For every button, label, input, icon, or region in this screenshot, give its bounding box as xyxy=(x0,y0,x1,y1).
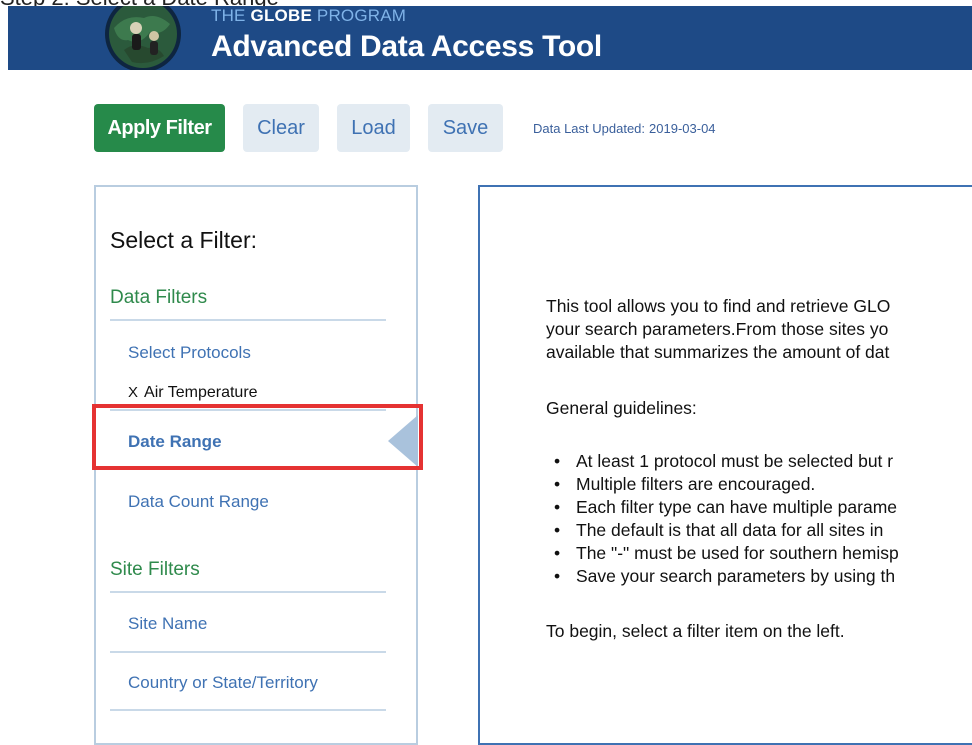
selected-protocol-label: Air Temperature xyxy=(144,384,258,401)
header-banner: THE GLOBE PROGRAM Advanced Data Access T… xyxy=(8,6,972,70)
sidebar-heading: Select a Filter: xyxy=(110,227,257,253)
info-panel: This tool allows you to find and retriev… xyxy=(478,185,972,745)
sidebar-item-select-protocols[interactable]: Select Protocols xyxy=(128,343,251,363)
divider xyxy=(110,651,386,653)
intro-line-2: your search parameters.From those sites … xyxy=(546,319,889,339)
sidebar-item-country-state[interactable]: Country or State/Territory xyxy=(128,673,318,693)
intro-line-3: available that summarizes the amount of … xyxy=(546,342,890,362)
list-item: The "-" must be used for southern hemisp xyxy=(546,542,899,565)
data-filters-title: Data Filters xyxy=(110,287,208,308)
program-name: THE GLOBE PROGRAM xyxy=(211,6,407,25)
remove-protocol-icon[interactable]: X xyxy=(128,384,138,401)
clear-button[interactable]: Clear xyxy=(243,104,319,152)
updated-value: 2019-03-04 xyxy=(649,121,716,136)
app-title: Advanced Data Access Tool xyxy=(211,30,602,63)
sidebar-item-data-count-range[interactable]: Data Count Range xyxy=(128,492,269,512)
apply-filter-button[interactable]: Apply Filter xyxy=(94,104,225,152)
sidebar-item-site-name[interactable]: Site Name xyxy=(128,614,207,634)
intro-line-1: This tool allows you to find and retriev… xyxy=(546,296,891,316)
list-item: Save your search parameters by using th xyxy=(546,565,899,588)
site-filters-title: Site Filters xyxy=(110,559,200,580)
guidelines-title: General guidelines: xyxy=(546,398,697,418)
divider xyxy=(110,709,386,711)
guidelines-list: At least 1 protocol must be selected but… xyxy=(546,450,899,588)
date-range-highlight xyxy=(92,404,423,470)
list-item: The default is that all data for all sit… xyxy=(546,519,899,542)
load-button[interactable]: Load xyxy=(337,104,410,152)
list-item: At least 1 protocol must be selected but… xyxy=(546,450,899,473)
selected-protocol-chip: X Air Temperature xyxy=(128,384,258,402)
globe-logo-icon xyxy=(104,6,182,70)
divider xyxy=(110,591,386,593)
data-last-updated: Data Last Updated: 2019-03-04 xyxy=(533,121,716,136)
begin-instruction: To begin, select a filter item on the le… xyxy=(546,621,845,641)
save-button[interactable]: Save xyxy=(428,104,503,152)
list-item: Each filter type can have multiple param… xyxy=(546,496,899,519)
list-item: Multiple filters are encouraged. xyxy=(546,473,899,496)
updated-label: Data Last Updated: xyxy=(533,121,646,136)
divider xyxy=(110,319,386,321)
